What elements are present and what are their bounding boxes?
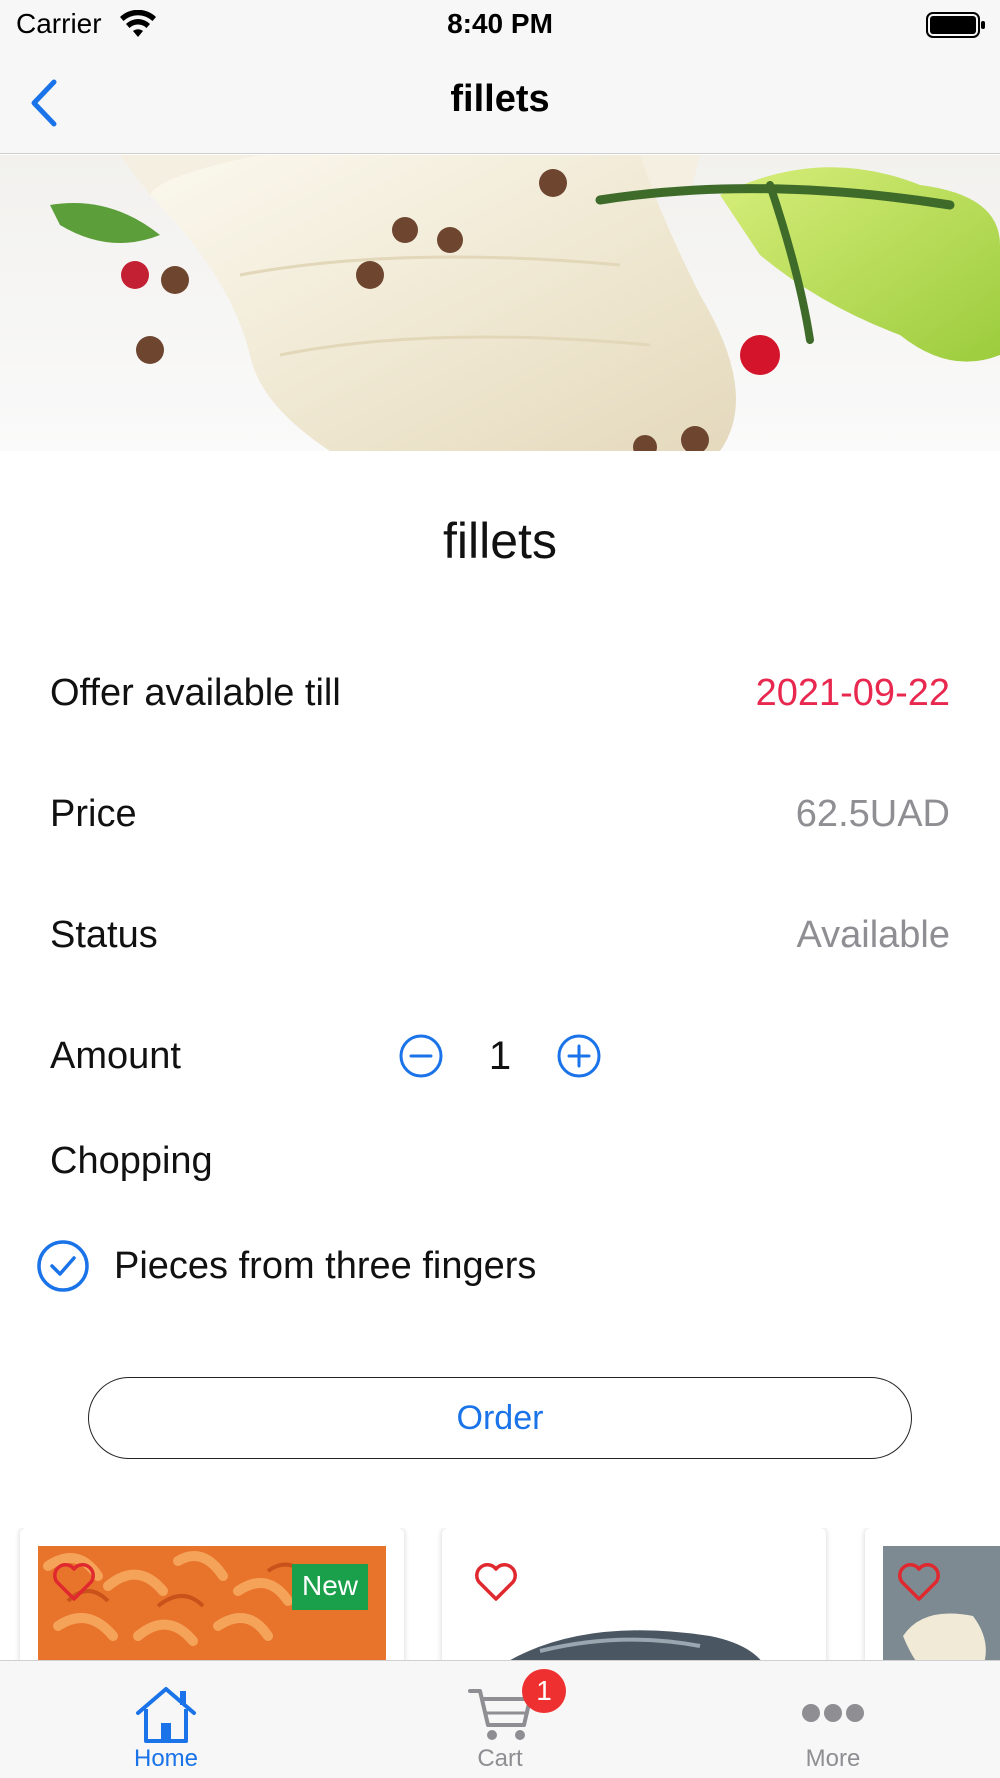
- favorite-heart-icon[interactable]: [474, 1562, 518, 1602]
- tab-cart-label: Cart: [477, 1745, 523, 1772]
- tilapia-image: [460, 1546, 808, 1668]
- clock: 8:40 PM: [447, 8, 553, 39]
- more-icon: [802, 1704, 864, 1722]
- quantity-value: 1: [488, 1033, 512, 1078]
- favorite-heart-icon[interactable]: [52, 1562, 96, 1602]
- new-badge: New: [291, 1564, 368, 1610]
- price-label: Price: [50, 792, 137, 835]
- offer-date: 2021-09-22: [755, 671, 950, 714]
- status-value: Available: [796, 913, 950, 956]
- related-products-carousel[interactable]: New: [0, 1528, 1000, 1668]
- product-title: fillets: [443, 513, 557, 569]
- offer-row: Offer available till 2021-09-22: [50, 663, 950, 723]
- decrement-button[interactable]: [398, 1033, 444, 1079]
- tab-cart[interactable]: 1 Cart: [400, 1661, 600, 1778]
- order-button[interactable]: Order: [88, 1377, 912, 1459]
- battery-icon: [926, 12, 985, 38]
- product-card[interactable]: [442, 1528, 826, 1668]
- nav-title: fillets: [450, 78, 550, 120]
- tab-home[interactable]: Home: [66, 1661, 266, 1778]
- tab-more-label: More: [805, 1745, 861, 1772]
- price-value: 62.5UAD: [795, 792, 950, 835]
- shrimp-image: New: [38, 1546, 386, 1668]
- amount-row: Amount 1: [50, 1026, 950, 1086]
- cart-count-badge: 1: [522, 1669, 566, 1713]
- favorite-heart-icon[interactable]: [897, 1562, 941, 1602]
- status-bar: Carrier 8:40 PM: [0, 0, 1000, 50]
- price-row: Price 62.5UAD: [50, 784, 950, 844]
- fish-fillet-photo: [0, 155, 1000, 451]
- amount-label: Amount: [50, 1034, 181, 1077]
- quantity-stepper: 1: [398, 1026, 602, 1086]
- fillet-image: [883, 1546, 1000, 1668]
- chopping-option-label: Pieces from three fingers: [114, 1244, 537, 1287]
- product-card[interactable]: New: [20, 1528, 404, 1668]
- product-detail-screen: Carrier 8:40 PM fillets fillets Offer av…: [0, 0, 1000, 1778]
- checkmark-circle-icon[interactable]: [36, 1239, 90, 1293]
- increment-button[interactable]: [556, 1033, 602, 1079]
- status-label: Status: [50, 913, 158, 956]
- offer-label: Offer available till: [50, 671, 341, 714]
- tab-home-label: Home: [133, 1745, 199, 1772]
- product-card[interactable]: [865, 1528, 1000, 1668]
- product-hero-image: [0, 155, 1000, 451]
- tab-more[interactable]: More: [733, 1661, 933, 1778]
- chopping-option[interactable]: Pieces from three fingers: [36, 1238, 536, 1294]
- status-row: Status Available: [50, 905, 950, 965]
- chopping-label: Chopping: [50, 1140, 213, 1182]
- home-icon: [136, 1687, 196, 1743]
- tab-bar: Home 1 Cart More: [0, 1660, 1000, 1778]
- navigation-bar: fillets: [0, 50, 1000, 154]
